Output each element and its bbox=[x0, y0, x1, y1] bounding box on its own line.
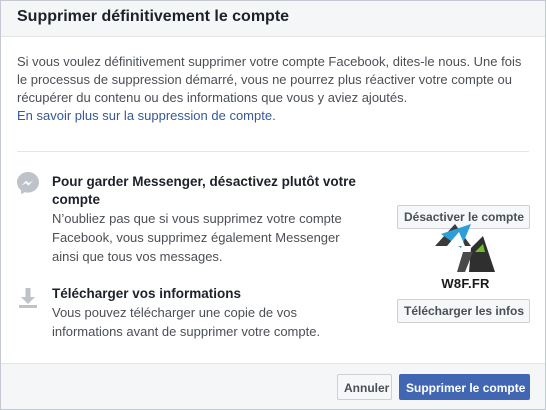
watermark-text: W8F.FR bbox=[441, 276, 490, 291]
messenger-icon bbox=[15, 170, 41, 196]
option-deactivate-description: N’oubliez pas que si vous supprimez votr… bbox=[52, 211, 342, 264]
option-download-description: Vous pouvez télécharger une copie de vos… bbox=[52, 305, 321, 339]
dialog-footer: Annuler Supprimer le compte bbox=[1, 363, 545, 409]
intro-text: Si vous voulez définitivement supprimer … bbox=[17, 54, 522, 105]
download-icon bbox=[15, 285, 41, 311]
download-info-button[interactable]: Télécharger les infos bbox=[397, 299, 530, 323]
option-deactivate-title: Pour garder Messenger, désactivez plutôt… bbox=[52, 174, 356, 207]
option-download-title: Télécharger vos informations bbox=[52, 286, 242, 301]
delete-account-dialog: Supprimer définitivement le compte Si vo… bbox=[0, 0, 546, 410]
dialog-title: Supprimer définitivement le compte bbox=[17, 8, 290, 25]
learn-more-link[interactable]: En savoir plus sur la suppression de com… bbox=[17, 107, 522, 125]
dialog-header: Supprimer définitivement le compte bbox=[1, 1, 545, 37]
w8f-logo: W8F.FR bbox=[433, 222, 498, 294]
cancel-button[interactable]: Annuler bbox=[337, 374, 392, 400]
section-divider bbox=[17, 151, 529, 152]
delete-account-button[interactable]: Supprimer le compte bbox=[399, 374, 530, 400]
intro-section: Si vous voulez définitivement supprimer … bbox=[17, 53, 522, 125]
